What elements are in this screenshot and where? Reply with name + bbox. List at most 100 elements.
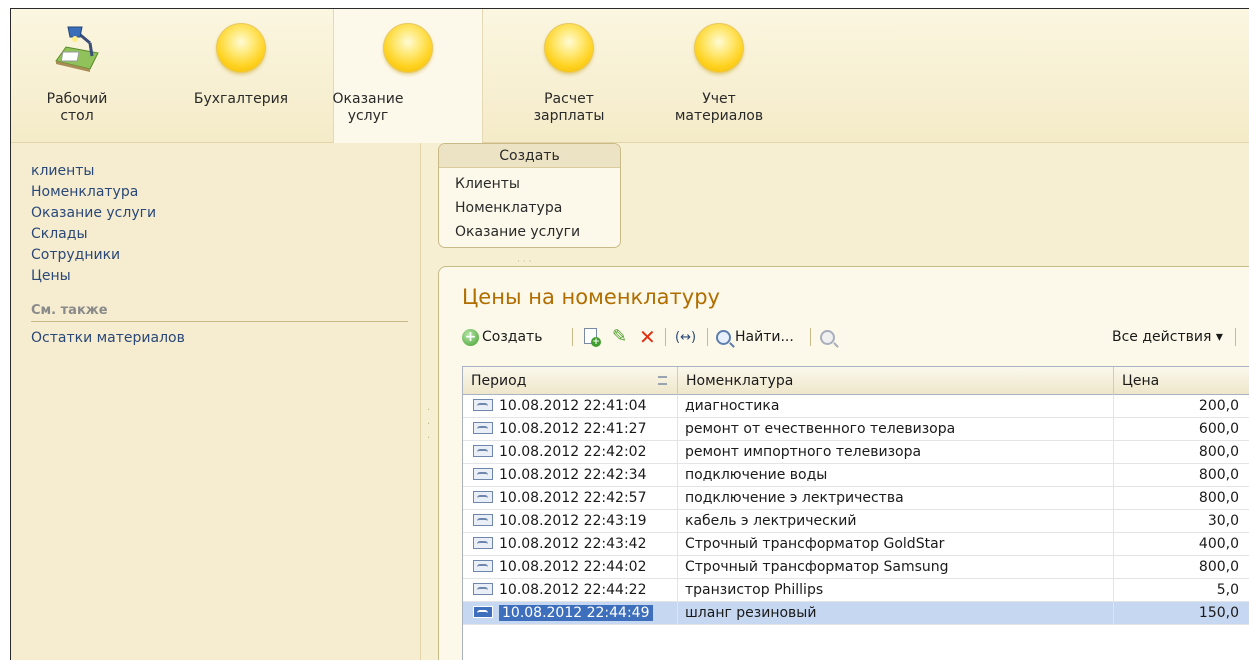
record-icon	[473, 422, 493, 434]
find-button[interactable]: Найти...	[716, 325, 794, 349]
record-icon	[473, 537, 493, 549]
section-accounting[interactable]: Бухгалтерия	[179, 9, 303, 143]
nav-item-prices[interactable]: Цены	[31, 266, 420, 287]
record-icon	[473, 491, 493, 503]
sort-icon	[658, 376, 667, 385]
section-payroll[interactable]: Расчет зарплаты	[511, 9, 627, 143]
table-header: Период Номенклатура Цена	[463, 367, 1249, 395]
toolbar: + Создать + ✎ ✕ (↔) Найти... Все действи…	[462, 323, 1249, 351]
name-cell: Строчный трансформатор Samsung	[678, 556, 1114, 579]
nav-item-warehouses[interactable]: Склады	[31, 224, 420, 245]
column-header-name[interactable]: Номенклатура	[678, 367, 1114, 395]
name-cell: кабель э лектрический	[678, 510, 1114, 533]
period-value: 10.08.2012 22:43:42	[499, 536, 647, 552]
table-body: 10.08.2012 22:41:04 диагностика 200,0 10…	[463, 395, 1249, 625]
see-also-item-material-balances[interactable]: Остатки материалов	[31, 328, 420, 349]
sun-icon	[694, 23, 744, 73]
desktop-lamp-icon	[52, 23, 102, 73]
table-row[interactable]: 10.08.2012 22:42:02 ремонт импортного те…	[463, 441, 1249, 464]
nav-list: клиенты Номенклатура Оказание услуги Скл…	[11, 143, 420, 287]
column-header-label: Цена	[1122, 373, 1160, 389]
section-label: Оказание услуг	[332, 91, 404, 124]
app-window: Рабочий стол Бухгалтерия Оказание услуг …	[10, 8, 1249, 660]
table-row[interactable]: 10.08.2012 22:44:22 транзистор Phillips …	[463, 579, 1249, 602]
name-cell: ремонт от ечественного телевизора	[678, 418, 1114, 441]
period-cell: 10.08.2012 22:42:02	[463, 441, 678, 464]
period-cell: 10.08.2012 22:42:57	[463, 487, 678, 510]
copy-icon: +	[584, 327, 601, 347]
period-cell: 10.08.2012 22:41:27	[463, 418, 678, 441]
record-icon	[473, 560, 493, 572]
list-form: Цены на номенклатуру + Создать + ✎ ✕ (↔)	[438, 266, 1249, 660]
create-item-nomenclature[interactable]: Номенклатура	[455, 196, 620, 220]
period-value: 10.08.2012 22:44:49	[499, 605, 653, 621]
toolbar-divider	[707, 328, 708, 346]
period-cell: 10.08.2012 22:43:19	[463, 510, 678, 533]
table-row[interactable]: 10.08.2012 22:42:57 подключение э лектри…	[463, 487, 1249, 510]
nav-item-employees[interactable]: Сотрудники	[31, 245, 420, 266]
toolbar-divider	[572, 328, 573, 346]
prices-table[interactable]: Период Номенклатура Цена 10.08.2012 22:4…	[462, 366, 1249, 660]
table-row[interactable]: 10.08.2012 22:43:42 Строчный трансформат…	[463, 533, 1249, 556]
page-title: Цены на номенклатуру	[462, 285, 720, 309]
table-row[interactable]: 10.08.2012 22:44:02 Строчный трансформат…	[463, 556, 1249, 579]
price-cell: 800,0	[1198, 559, 1239, 575]
name-cell: Строчный трансформатор GoldStar	[678, 533, 1114, 556]
record-icon	[473, 468, 493, 480]
name-cell: ремонт импортного телевизора	[678, 441, 1114, 464]
horizontal-scroll-button[interactable]: (↔)	[675, 325, 696, 349]
price-cell: 30,0	[1207, 513, 1239, 529]
record-icon	[473, 606, 493, 618]
see-also-heading: См. также	[31, 303, 408, 322]
create-panel-title: Создать	[439, 144, 620, 168]
record-icon	[473, 445, 493, 457]
period-cell: 10.08.2012 22:42:34	[463, 464, 678, 487]
cancel-search-button[interactable]	[820, 325, 839, 349]
toolbar-divider	[810, 328, 811, 346]
table-row[interactable]: 10.08.2012 22:43:19 кабель э лектрически…	[463, 510, 1249, 533]
delete-button[interactable]: ✕	[639, 325, 656, 349]
edit-button[interactable]: ✎	[612, 325, 627, 349]
section-services[interactable]: Оказание услуг	[333, 9, 483, 143]
price-cell: 5,0	[1216, 582, 1239, 598]
toolbar-divider	[665, 328, 666, 346]
price-cell: 150,0	[1198, 605, 1239, 621]
splitter-handle[interactable]: · · ·	[427, 404, 433, 454]
create-item-clients[interactable]: Клиенты	[455, 172, 620, 196]
sun-icon	[383, 23, 433, 73]
period-value: 10.08.2012 22:42:02	[499, 444, 647, 460]
table-row[interactable]: 10.08.2012 22:42:34 подключение воды 800…	[463, 464, 1249, 487]
all-actions-menu[interactable]: Все действия ▾	[1112, 325, 1223, 349]
create-item-service[interactable]: Оказание услуги	[455, 220, 620, 244]
nav-item-nomenclature[interactable]: Номенклатура	[31, 182, 420, 203]
search-icon	[716, 329, 731, 345]
sections-panel: Рабочий стол Бухгалтерия Оказание услуг …	[11, 9, 1249, 143]
column-header-period[interactable]: Период	[463, 367, 678, 395]
section-desktop[interactable]: Рабочий стол	[29, 9, 125, 143]
period-cell: 10.08.2012 22:43:42	[463, 533, 678, 556]
period-cell: 10.08.2012 22:44:02	[463, 556, 678, 579]
price-cell: 800,0	[1198, 444, 1239, 460]
hscroll-icon: (↔)	[675, 329, 697, 345]
copy-button[interactable]: +	[584, 325, 601, 349]
section-label: Расчет зарплаты	[533, 91, 605, 124]
price-cell: 600,0	[1198, 421, 1239, 437]
nav-item-clients[interactable]: клиенты	[31, 161, 420, 182]
nav-item-service[interactable]: Оказание услуги	[31, 203, 420, 224]
table-row-selected[interactable]: 10.08.2012 22:44:49 шланг резиновый 150,…	[463, 602, 1249, 625]
table-row[interactable]: 10.08.2012 22:41:04 диагностика 200,0	[463, 395, 1249, 418]
period-value: 10.08.2012 22:41:04	[499, 398, 647, 414]
period-value: 10.08.2012 22:44:22	[499, 582, 647, 598]
name-cell: диагностика	[678, 395, 1114, 418]
create-button-label: Создать	[482, 329, 543, 345]
sun-icon	[216, 23, 266, 73]
create-button[interactable]: + Создать	[462, 325, 542, 349]
section-label: Рабочий стол	[46, 91, 108, 124]
section-materials[interactable]: Учет материалов	[667, 9, 771, 143]
period-cell: 10.08.2012 22:44:22	[463, 579, 678, 602]
column-header-price[interactable]: Цена	[1114, 367, 1249, 395]
table-row[interactable]: 10.08.2012 22:41:27 ремонт от ечественно…	[463, 418, 1249, 441]
price-cell: 800,0	[1198, 467, 1239, 483]
period-value: 10.08.2012 22:43:19	[499, 513, 647, 529]
record-icon	[473, 399, 493, 411]
